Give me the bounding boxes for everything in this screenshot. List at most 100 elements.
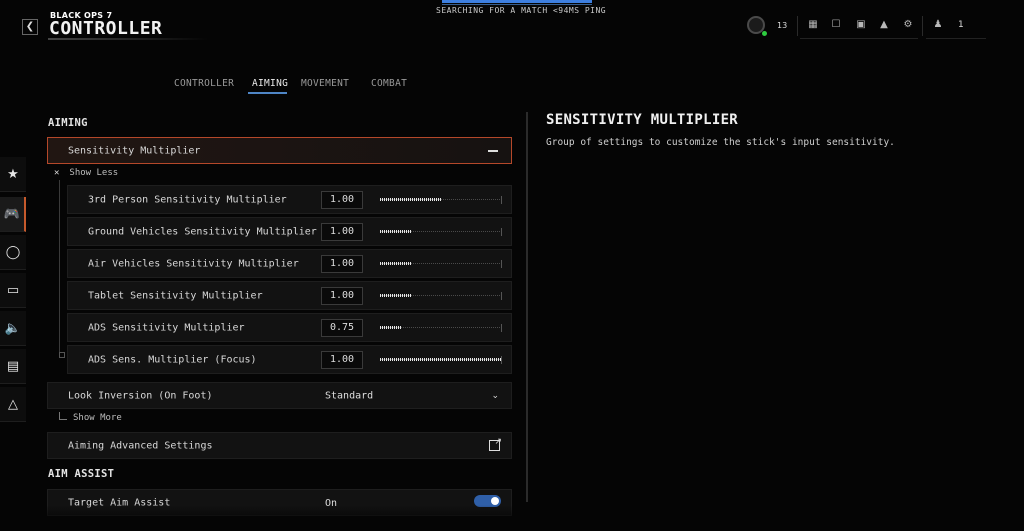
setting-row[interactable]: ADS Sens. Multiplier (Focus) 1.00 xyxy=(67,345,512,374)
tab-combat[interactable]: COMBAT xyxy=(371,78,407,89)
star-icon: ★ xyxy=(7,167,19,182)
title-underline xyxy=(48,38,208,40)
setting-label: ADS Sens. Multiplier (Focus) xyxy=(88,354,257,365)
dropdown-value: Standard xyxy=(325,390,374,401)
tree-end-marker xyxy=(59,352,65,358)
setting-row[interactable]: ADS Sensitivity Multiplier 0.75 xyxy=(67,313,512,342)
setting-label: Air Vehicles Sensitivity Multiplier xyxy=(88,258,299,269)
rail-item-audio[interactable]: 🔈 xyxy=(0,311,26,346)
gear-icon[interactable]: ⚙ xyxy=(902,19,914,31)
tab-aiming[interactable]: AIMING xyxy=(252,78,288,89)
show-less-label: Show Less xyxy=(69,168,119,178)
player-level: 13 xyxy=(777,21,788,30)
match-progress-bar xyxy=(442,0,592,3)
external-link-arrow: ↗ xyxy=(494,437,502,447)
chevron-down-icon: ⌄ xyxy=(491,391,499,401)
speaker-icon: 🔈 xyxy=(4,321,22,336)
tab-movement[interactable]: MOVEMENT xyxy=(301,78,349,89)
section-title-aiming: AIMING xyxy=(48,117,88,129)
look-inversion-dropdown[interactable]: Look Inversion (On Foot) Standard ⌄ xyxy=(47,382,512,409)
tree-branch-icon xyxy=(59,412,67,420)
group-label: Sensitivity Multiplier xyxy=(68,145,201,156)
sensitivity-slider[interactable] xyxy=(380,322,505,334)
slider-fill xyxy=(380,198,441,201)
back-button[interactable]: ❮ xyxy=(22,19,38,35)
match-progress-bar-secondary xyxy=(442,4,592,5)
party-count: 1 xyxy=(958,20,964,30)
slider-fill xyxy=(380,262,411,265)
slider-end xyxy=(501,228,502,236)
header: ❮ BLACK OPS 7 CONTROLLER SEARCHING FOR A… xyxy=(0,0,1024,50)
sensitivity-slider[interactable] xyxy=(380,258,505,270)
slider-end xyxy=(501,324,502,332)
lock-icon[interactable]: ☐ xyxy=(830,19,842,31)
sensitivity-slider[interactable] xyxy=(380,354,505,366)
active-tab-indicator xyxy=(248,92,287,94)
hud-underline xyxy=(926,38,986,39)
setting-label: ADS Sensitivity Multiplier xyxy=(88,322,245,333)
party-icon[interactable]: ♟ xyxy=(932,19,944,31)
bottom-fade xyxy=(0,505,1024,531)
online-status-dot xyxy=(762,31,767,36)
grid-icon[interactable]: ▦ xyxy=(807,19,819,31)
sensitivity-slider[interactable] xyxy=(380,194,505,206)
rail-item-controller[interactable]: 🎮 xyxy=(0,197,26,232)
setting-label: 3rd Person Sensitivity Multiplier xyxy=(88,194,287,205)
sensitivity-multiplier-group[interactable]: Sensitivity Multiplier xyxy=(47,137,512,164)
slider-end xyxy=(501,196,502,204)
setting-row[interactable]: 3rd Person Sensitivity Multiplier 1.00 xyxy=(67,185,512,214)
slider-end xyxy=(501,260,502,268)
setting-label: Ground Vehicles Sensitivity Multiplier xyxy=(88,226,317,237)
display-icon: ▭ xyxy=(6,283,20,298)
hud-underline xyxy=(800,38,918,39)
slider-fill xyxy=(380,294,411,297)
slider-end xyxy=(501,292,502,300)
detail-description: Group of settings to customize the stick… xyxy=(546,137,895,148)
camera-icon[interactable]: ▣ xyxy=(855,19,867,31)
toggle-knob xyxy=(491,497,499,505)
show-less-button[interactable]: ✕ Show Less xyxy=(54,168,118,178)
slider-end xyxy=(501,356,502,364)
rail-item-mouse[interactable]: ◯ xyxy=(0,235,26,270)
setting-label: Aiming Advanced Settings xyxy=(68,440,213,451)
rail-item-display[interactable]: ▭ xyxy=(0,273,26,308)
match-status: SEARCHING FOR A MATCH <94MS PING xyxy=(436,6,607,15)
show-more-button[interactable]: Show More xyxy=(59,412,122,423)
setting-row[interactable]: Air Vehicles Sensitivity Multiplier 1.00 xyxy=(67,249,512,278)
chevron-left-icon: ❮ xyxy=(25,21,35,32)
value-input[interactable]: 1.00 xyxy=(321,223,363,241)
detail-title: SENSITIVITY MULTIPLIER xyxy=(546,112,739,128)
tab-controller[interactable]: CONTROLLER xyxy=(174,78,234,89)
value-input[interactable]: 1.00 xyxy=(321,287,363,305)
close-icon: ✕ xyxy=(54,168,60,178)
setting-label: Tablet Sensitivity Multiplier xyxy=(88,290,263,301)
controller-icon: 🎮 xyxy=(3,207,21,222)
section-title-aim-assist: AIM ASSIST xyxy=(48,468,115,480)
tree-line xyxy=(59,180,60,356)
panel-divider xyxy=(526,112,528,502)
setting-row[interactable]: Ground Vehicles Sensitivity Multiplier 1… xyxy=(67,217,512,246)
interface-icon: ▤ xyxy=(6,359,20,374)
slider-fill xyxy=(380,326,401,329)
bell-icon[interactable]: ▲ xyxy=(878,19,890,31)
network-icon: △ xyxy=(8,397,18,412)
aiming-advanced-settings-button[interactable]: Aiming Advanced Settings ↗ xyxy=(47,432,512,459)
page-title: CONTROLLER xyxy=(49,18,163,39)
hud-separator xyxy=(922,16,923,36)
rail-item-network[interactable]: △ xyxy=(0,387,26,422)
hud-separator xyxy=(797,16,798,36)
setting-label: Look Inversion (On Foot) xyxy=(68,390,213,401)
setting-row[interactable]: Tablet Sensitivity Multiplier 1.00 xyxy=(67,281,512,310)
mouse-icon: ◯ xyxy=(5,245,21,260)
rail-item-favorites[interactable]: ★ xyxy=(0,157,26,192)
sensitivity-slider[interactable] xyxy=(380,290,505,302)
slider-fill xyxy=(380,358,502,361)
collapse-icon[interactable] xyxy=(488,150,498,152)
value-input[interactable]: 1.00 xyxy=(321,351,363,369)
slider-fill xyxy=(380,230,411,233)
value-input[interactable]: 1.00 xyxy=(321,255,363,273)
sensitivity-slider[interactable] xyxy=(380,226,505,238)
value-input[interactable]: 1.00 xyxy=(321,191,363,209)
rail-item-interface[interactable]: ▤ xyxy=(0,349,26,384)
value-input[interactable]: 0.75 xyxy=(321,319,363,337)
